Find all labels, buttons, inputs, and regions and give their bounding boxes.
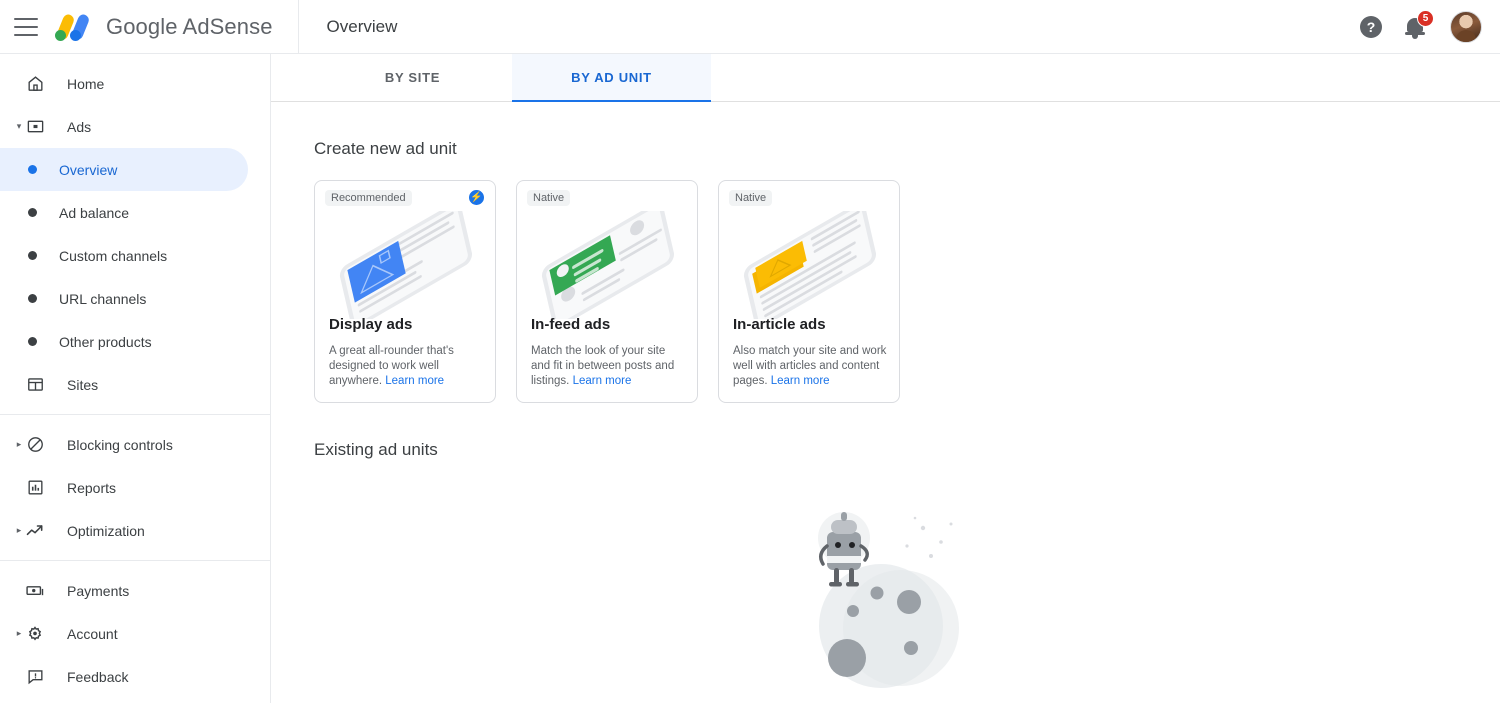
page-title: Overview	[327, 17, 398, 37]
robot-on-moon-illustration	[781, 498, 991, 698]
notification-badge: 5	[1417, 10, 1434, 27]
sidebar-item-label: Payments	[67, 583, 129, 599]
sidebar-item-optimization[interactable]: ▸ Optimization	[0, 509, 270, 552]
card-in-feed-ads[interactable]: Native	[516, 180, 698, 403]
sidebar-item-label: Blocking controls	[67, 437, 173, 453]
learn-more-link[interactable]: Learn more	[573, 375, 632, 387]
card-in-article-ads[interactable]: Native	[718, 180, 900, 403]
sidebar-item-label: Custom channels	[59, 248, 167, 264]
bullet-icon	[28, 165, 37, 174]
sidebar-item-overview[interactable]: Overview	[0, 148, 248, 191]
home-icon	[24, 73, 46, 95]
sidebar: ▸ Home ▾ Ads Overview	[0, 54, 271, 703]
sidebar-item-label: Ads	[67, 119, 91, 135]
card-title: In-feed ads	[531, 316, 610, 333]
tab-by-ad-unit[interactable]: BY AD UNIT	[512, 54, 711, 101]
sidebar-item-label: Account	[67, 626, 118, 642]
main-content: BY SITE BY AD UNIT Create new ad unit Re…	[271, 54, 1500, 703]
sidebar-item-label: Sites	[67, 377, 98, 393]
sidebar-item-custom-channels[interactable]: Custom channels	[0, 234, 248, 277]
sidebar-group-primary: ▸ Home ▾ Ads Overview	[0, 54, 270, 414]
in-feed-ads-illustration	[517, 211, 698, 319]
sidebar-item-feedback[interactable]: ▸ Feedback	[0, 655, 270, 698]
recommended-boost-icon: ⚡	[469, 190, 484, 205]
chevron-right-icon[interactable]: ▸	[14, 525, 24, 536]
trending-up-icon	[24, 520, 46, 542]
tab-bar: BY SITE BY AD UNIT	[271, 54, 1500, 102]
sidebar-item-label: Reports	[67, 480, 116, 496]
tab-by-site[interactable]: BY SITE	[313, 54, 512, 101]
card-display-ads[interactable]: Recommended ⚡	[314, 180, 496, 403]
card-description: Match the look of your site and fit in b…	[531, 344, 687, 389]
bullet-icon	[28, 251, 37, 260]
bullet-icon	[28, 337, 37, 346]
card-chip: Native	[527, 190, 570, 206]
sidebar-item-home[interactable]: ▸ Home	[0, 62, 270, 105]
card-chip: Native	[729, 190, 772, 206]
sidebar-item-payments[interactable]: ▸ Payments	[0, 569, 270, 612]
brand-logo[interactable]: Google AdSense	[54, 12, 273, 42]
sidebar-item-ad-balance[interactable]: Ad balance	[0, 191, 248, 234]
brand-name: Google AdSense	[106, 14, 273, 40]
in-article-ads-illustration	[719, 211, 900, 319]
bullet-icon	[28, 294, 37, 303]
sidebar-item-label: Overview	[59, 162, 117, 178]
card-title: In-article ads	[733, 316, 826, 333]
help-icon[interactable]: ?	[1360, 16, 1382, 38]
gear-icon	[24, 623, 46, 645]
notifications-button[interactable]: 5	[1404, 15, 1428, 39]
chevron-down-icon[interactable]: ▾	[14, 121, 24, 132]
card-title: Display ads	[329, 316, 412, 333]
topbar-divider	[298, 0, 299, 54]
sidebar-item-blocking-controls[interactable]: ▸ Blocking controls	[0, 423, 270, 466]
ads-icon	[24, 116, 46, 138]
card-description: A great all-rounder that's designed to w…	[329, 344, 485, 389]
card-chip: Recommended	[325, 190, 412, 206]
sidebar-item-url-channels[interactable]: URL channels	[0, 277, 248, 320]
hamburger-menu-icon[interactable]	[14, 18, 38, 36]
empty-state: Create an ad unit, see it here	[271, 498, 1500, 703]
avatar[interactable]	[1450, 11, 1482, 43]
top-bar: Google AdSense Overview ? 5	[0, 0, 1500, 54]
sidebar-item-account[interactable]: ▸ Account	[0, 612, 270, 655]
sidebar-item-label: Other products	[59, 334, 152, 350]
bullet-icon	[28, 208, 37, 217]
card-description: Also match your site and work well with …	[733, 344, 889, 389]
sidebar-item-label: Ad balance	[59, 205, 129, 221]
sidebar-item-label: Optimization	[67, 523, 145, 539]
sites-icon	[24, 374, 46, 396]
sidebar-item-sites[interactable]: ▸ Sites	[0, 363, 270, 406]
ad-unit-type-cards: Recommended ⚡	[314, 180, 1500, 403]
sidebar-group-account: ▸ Payments ▸ Account ▸	[0, 561, 270, 703]
display-ads-illustration	[315, 211, 496, 319]
chevron-right-icon[interactable]: ▸	[14, 439, 24, 450]
adsense-logo-icon	[54, 12, 96, 42]
learn-more-link[interactable]: Learn more	[771, 375, 830, 387]
sidebar-item-label: URL channels	[59, 291, 146, 307]
existing-ad-units-heading: Existing ad units	[314, 440, 1500, 460]
chevron-right-icon[interactable]: ▸	[14, 628, 24, 639]
sidebar-item-label: Home	[67, 76, 104, 92]
payments-icon	[24, 580, 46, 602]
topbar-actions: ? 5	[1360, 11, 1500, 43]
block-icon	[24, 434, 46, 456]
sidebar-item-other-products[interactable]: Other products	[0, 320, 248, 363]
reports-icon	[24, 477, 46, 499]
create-new-ad-unit-heading: Create new ad unit	[314, 139, 1500, 159]
learn-more-link[interactable]: Learn more	[385, 375, 444, 387]
sidebar-item-reports[interactable]: ▸ Reports	[0, 466, 270, 509]
sidebar-item-label: Feedback	[67, 669, 128, 685]
sidebar-group-tools: ▸ Blocking controls ▸ Reports	[0, 415, 270, 560]
feedback-icon	[24, 666, 46, 688]
sidebar-item-ads[interactable]: ▾ Ads	[0, 105, 270, 148]
